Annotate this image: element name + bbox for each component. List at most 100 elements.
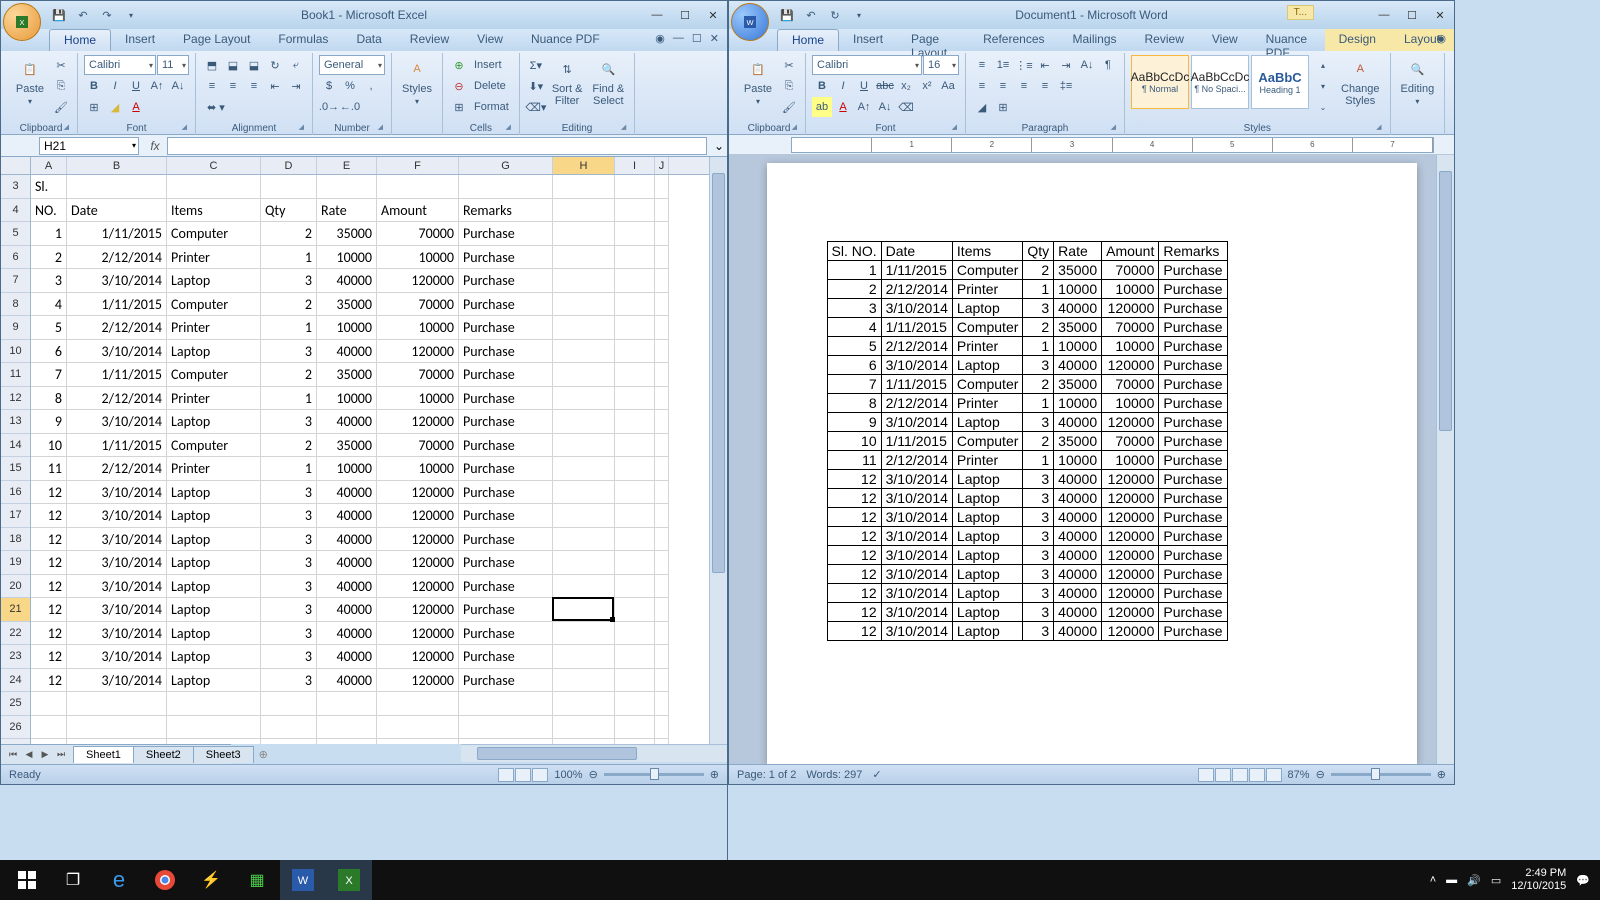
- row-header-25[interactable]: 25: [1, 692, 30, 716]
- cell-G13[interactable]: Purchase: [459, 410, 553, 434]
- cell-E27[interactable]: [317, 739, 377, 744]
- zoom-out-icon[interactable]: ⊖: [589, 768, 598, 781]
- cell-G14[interactable]: Purchase: [459, 434, 553, 458]
- cell-G18[interactable]: Purchase: [459, 528, 553, 552]
- volume-icon[interactable]: 🔊: [1467, 874, 1481, 887]
- cell-A19[interactable]: 12: [31, 551, 67, 575]
- cell-B3[interactable]: [67, 175, 167, 199]
- zoom-in-icon[interactable]: ⊕: [1437, 768, 1446, 781]
- cell-E3[interactable]: [317, 175, 377, 199]
- expand-fx-icon[interactable]: ⌄: [711, 139, 727, 153]
- row-header-10[interactable]: 10: [1, 340, 30, 364]
- cell-A12[interactable]: 8: [31, 387, 67, 411]
- row-header-18[interactable]: 18: [1, 528, 30, 552]
- cell-A24[interactable]: 12: [31, 669, 67, 693]
- cell-B15[interactable]: 2/12/2014: [67, 457, 167, 481]
- highlight-icon[interactable]: ab: [812, 97, 832, 117]
- border-icon[interactable]: ⊞: [84, 97, 104, 117]
- row-header-11[interactable]: 11: [1, 363, 30, 387]
- style-heading-1[interactable]: AaBbCHeading 1: [1251, 55, 1309, 109]
- cell-B18[interactable]: 3/10/2014: [67, 528, 167, 552]
- table-row[interactable]: 82/12/2014Printer11000010000Purchase: [827, 394, 1227, 413]
- multilevel-icon[interactable]: ⋮≡: [1014, 55, 1034, 75]
- cell-B9[interactable]: 2/12/2014: [67, 316, 167, 340]
- cell-C21[interactable]: Laptop: [167, 598, 261, 622]
- cell-D16[interactable]: 3: [261, 481, 317, 505]
- cell-I9[interactable]: [615, 316, 655, 340]
- cell-E15[interactable]: 10000: [317, 457, 377, 481]
- page-indicator[interactable]: Page: 1 of 2: [737, 769, 796, 781]
- cell-H10[interactable]: [553, 340, 615, 364]
- cell-F5[interactable]: 70000: [377, 222, 459, 246]
- tab-data[interactable]: Data: [342, 29, 395, 51]
- chrome-icon[interactable]: [142, 860, 188, 900]
- cell-A5[interactable]: 1: [31, 222, 67, 246]
- cell-G11[interactable]: Purchase: [459, 363, 553, 387]
- cell-H21[interactable]: [553, 598, 615, 622]
- cell-G19[interactable]: Purchase: [459, 551, 553, 575]
- cell-J11[interactable]: [655, 363, 669, 387]
- cell-D18[interactable]: 3: [261, 528, 317, 552]
- table-row[interactable]: 22/12/2014Printer11000010000Purchase: [827, 280, 1227, 299]
- table-row[interactable]: 93/10/2014Laptop340000120000Purchase: [827, 413, 1227, 432]
- cell-H8[interactable]: [553, 293, 615, 317]
- cell-A14[interactable]: 10: [31, 434, 67, 458]
- cell-E11[interactable]: 35000: [317, 363, 377, 387]
- cell-A4[interactable]: NO.: [31, 199, 67, 223]
- qat-more-icon[interactable]: ▾: [849, 5, 869, 25]
- input-icon[interactable]: ▭: [1491, 874, 1501, 887]
- fill-icon[interactable]: ⬇▾: [526, 76, 546, 96]
- cell-F18[interactable]: 120000: [377, 528, 459, 552]
- styles-row-down-icon[interactable]: ▾: [1313, 76, 1333, 96]
- row-header-4[interactable]: 4: [1, 199, 30, 223]
- tray-overflow-icon[interactable]: ˄: [1430, 874, 1436, 886]
- system-tray[interactable]: ˄ ▬ 🔊 ▭ 2:49 PM12/10/2015 💬: [1430, 867, 1596, 893]
- prev-sheet-icon[interactable]: ◀: [21, 749, 37, 760]
- format-painter-icon[interactable]: 🖌: [51, 97, 71, 117]
- table-row[interactable]: 123/10/2014Laptop340000120000Purchase: [827, 470, 1227, 489]
- table-row[interactable]: 123/10/2014Laptop340000120000Purchase: [827, 622, 1227, 641]
- notifications-icon[interactable]: 💬: [1576, 874, 1590, 887]
- align-top-icon[interactable]: ⬒: [202, 55, 222, 75]
- cell-G20[interactable]: Purchase: [459, 575, 553, 599]
- cell-J23[interactable]: [655, 645, 669, 669]
- inc-decimal-icon[interactable]: .0→: [319, 97, 339, 117]
- cell-B4[interactable]: Date: [67, 199, 167, 223]
- style---no-spaci---[interactable]: AaBbCcDc¶ No Spaci...: [1191, 55, 1249, 109]
- paste-button[interactable]: 📋Paste▾: [739, 55, 777, 108]
- web-layout-icon[interactable]: [1232, 768, 1248, 782]
- cell-F25[interactable]: [377, 692, 459, 716]
- cell-D5[interactable]: 2: [261, 222, 317, 246]
- table-row[interactable]: 123/10/2014Laptop340000120000Purchase: [827, 584, 1227, 603]
- underline-button[interactable]: U: [854, 76, 874, 96]
- col-header-F[interactable]: F: [377, 157, 459, 174]
- cell-G7[interactable]: Purchase: [459, 269, 553, 293]
- line-spacing-icon[interactable]: ‡≡: [1056, 76, 1076, 96]
- cell-G26[interactable]: [459, 716, 553, 740]
- grow-font-icon[interactable]: A↑: [854, 97, 874, 117]
- vertical-scrollbar[interactable]: [709, 157, 727, 744]
- row-header-7[interactable]: 7: [1, 269, 30, 293]
- last-sheet-icon[interactable]: ⏭: [53, 749, 69, 760]
- tab-view[interactable]: View: [1198, 29, 1252, 51]
- cell-D19[interactable]: 3: [261, 551, 317, 575]
- cell-J4[interactable]: [655, 199, 669, 223]
- insert-cells-button[interactable]: Insert: [470, 59, 506, 71]
- cell-B7[interactable]: 3/10/2014: [67, 269, 167, 293]
- table-row[interactable]: 63/10/2014Laptop340000120000Purchase: [827, 356, 1227, 375]
- cell-B21[interactable]: 3/10/2014: [67, 598, 167, 622]
- table-header[interactable]: Qty: [1023, 242, 1054, 261]
- sort-icon[interactable]: A↓: [1077, 55, 1097, 75]
- cell-E10[interactable]: 40000: [317, 340, 377, 364]
- cell-H4[interactable]: [553, 199, 615, 223]
- cell-I7[interactable]: [615, 269, 655, 293]
- office-button-excel[interactable]: X: [3, 3, 41, 41]
- zoom-slider[interactable]: [1331, 773, 1431, 776]
- cell-D13[interactable]: 3: [261, 410, 317, 434]
- cell-A13[interactable]: 9: [31, 410, 67, 434]
- cell-G25[interactable]: [459, 692, 553, 716]
- tab-nuance-pdf[interactable]: Nuance PDF: [517, 29, 614, 51]
- cell-D26[interactable]: [261, 716, 317, 740]
- cell-G16[interactable]: Purchase: [459, 481, 553, 505]
- clear-icon[interactable]: ⌫▾: [526, 97, 546, 117]
